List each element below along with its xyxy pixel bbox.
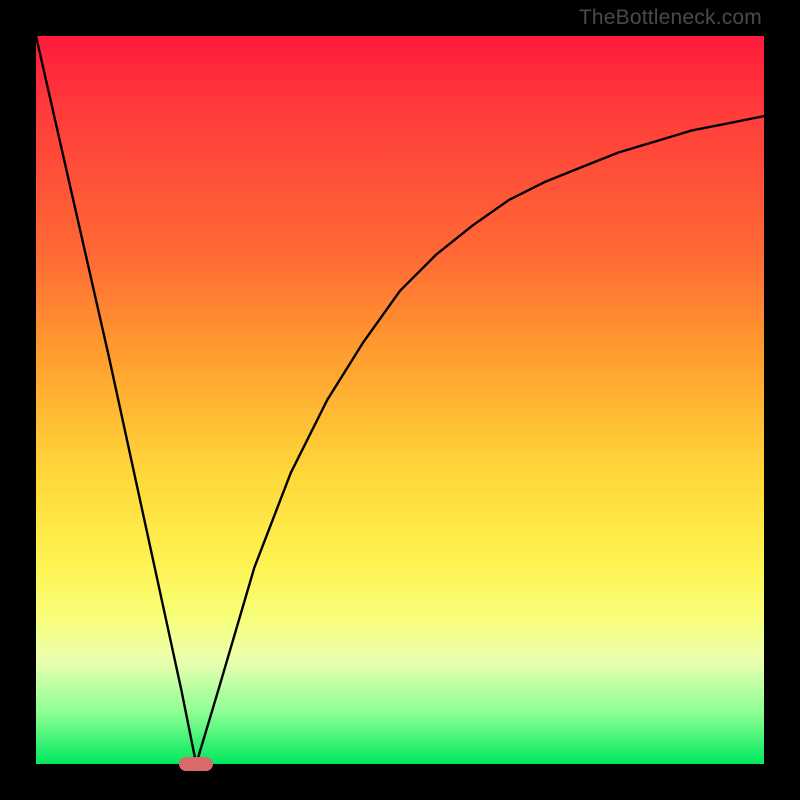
chart-frame: TheBottleneck.com — [0, 0, 800, 800]
plot-area — [36, 36, 764, 764]
curve-svg — [36, 36, 764, 764]
optimal-marker — [179, 757, 213, 771]
bottleneck-curve — [36, 36, 764, 764]
watermark-text: TheBottleneck.com — [579, 6, 762, 30]
